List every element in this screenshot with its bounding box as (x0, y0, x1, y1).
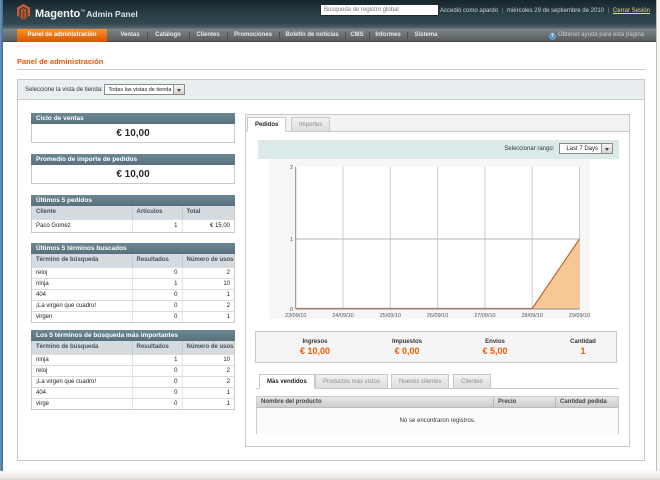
svg-text:26/09/10: 26/09/10 (427, 313, 448, 319)
svg-text:27/09/10: 27/09/10 (474, 313, 495, 319)
svg-text:28/09/10: 28/09/10 (521, 313, 542, 319)
svg-text:23/09/10: 23/09/10 (285, 313, 306, 319)
svg-text:1: 1 (290, 237, 293, 243)
svg-text:25/09/10: 25/09/10 (380, 313, 401, 319)
svg-text:24/09/10: 24/09/10 (332, 313, 353, 319)
svg-text:2: 2 (290, 165, 293, 171)
svg-text:29/09/10: 29/09/10 (569, 313, 590, 319)
